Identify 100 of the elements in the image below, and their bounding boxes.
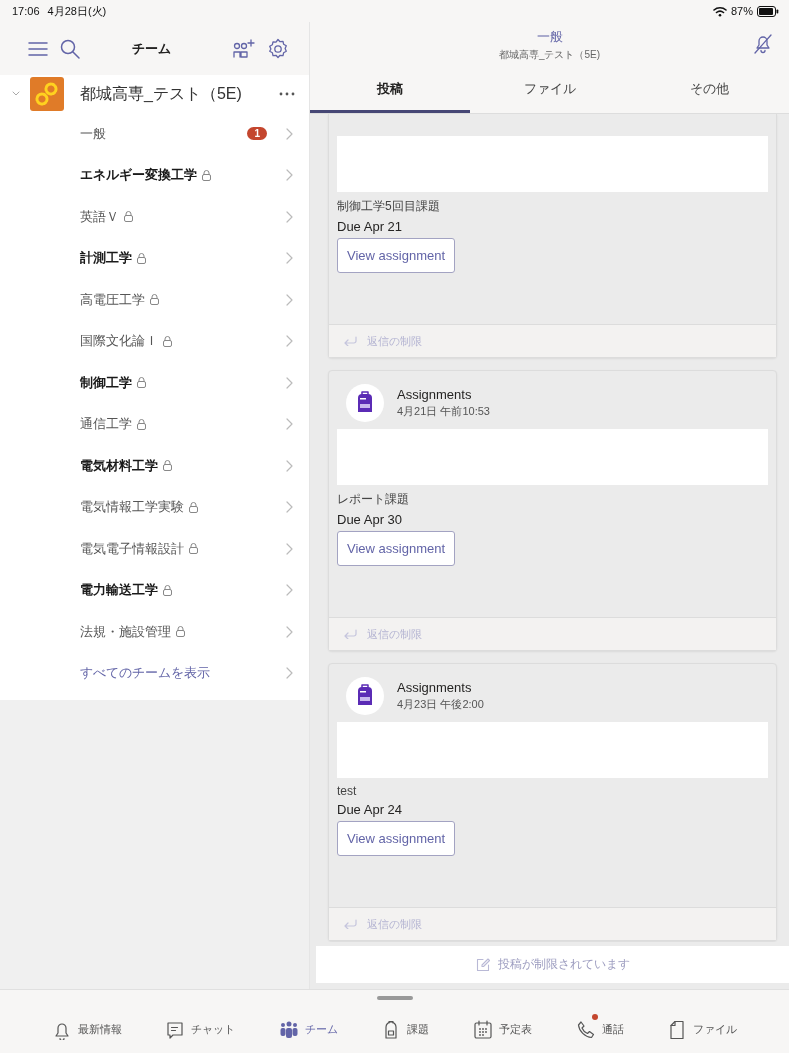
backpack-icon (345, 383, 385, 423)
chevron-right-icon (286, 459, 293, 472)
nav-tab[interactable]: 予定表 (471, 1011, 535, 1042)
nav-tab[interactable]: ファイル (665, 1011, 740, 1042)
channel-name: 計測工学 (80, 249, 132, 268)
channel-name: 法規・施設管理 (80, 622, 171, 641)
battery-percent: 87% (730, 5, 753, 17)
chevron-right-icon (286, 293, 293, 306)
channel-name: 通信工学 (80, 415, 132, 434)
nav-tab[interactable]: 通話 (573, 1011, 626, 1042)
search-icon[interactable] (60, 38, 80, 59)
nav-label: 課題 (407, 1022, 430, 1037)
status-time: 17:06 (12, 5, 40, 17)
channel-name: 国際文化論Ｉ (80, 332, 158, 351)
channel-item[interactable]: 英語Ｖ (0, 196, 309, 238)
channel-item[interactable]: 計測工学 (0, 237, 309, 279)
assignment-title: レポート課題 (337, 491, 410, 508)
sidebar-title: チーム (131, 39, 172, 58)
channel-name: エネルギー変換工学 (80, 166, 197, 185)
due-date: Due Apr 30 (337, 512, 404, 527)
settings-icon[interactable] (267, 37, 289, 60)
channel-name: 英語Ｖ (80, 207, 119, 226)
view-assignment-button[interactable]: View assignment (337, 531, 456, 566)
channel-item[interactable]: 法規・施設管理 (0, 611, 309, 653)
tab[interactable]: ファイル (469, 68, 630, 113)
channel-item[interactable]: 電気材料工学 (0, 445, 309, 487)
chevron-right-icon (286, 418, 293, 431)
channel-name: 制御工学 (80, 373, 132, 392)
unread-badge: 1 (247, 127, 267, 141)
reply-arrow-icon (343, 336, 357, 346)
status-date: 4月28日(火) (47, 3, 107, 19)
tab[interactable]: その他 (629, 68, 789, 113)
more-icon[interactable] (279, 92, 295, 96)
channel-item[interactable]: 通信工学 (0, 403, 309, 445)
calendar-icon (473, 1019, 494, 1040)
add-people-icon[interactable] (233, 38, 255, 59)
bell-muted-icon[interactable] (753, 34, 773, 54)
chat-icon (165, 1019, 186, 1040)
channel-item[interactable]: 一般 1 (0, 113, 309, 155)
nav-label: チーム (304, 1022, 338, 1037)
chevron-right-icon (286, 584, 293, 597)
nav-label: ファイル (693, 1022, 738, 1037)
due-date: Due Apr 21 (337, 219, 404, 234)
channel-item[interactable]: 電気情報工学実験 (0, 486, 309, 528)
backpack-icon (345, 676, 385, 716)
channel-item[interactable]: 国際文化論Ｉ (0, 320, 309, 362)
chevron-right-icon (286, 667, 293, 680)
channel-item[interactable]: 制御工学 (0, 362, 309, 404)
chevron-right-icon (286, 376, 293, 389)
all-teams-link[interactable]: すべてのチームを表示 (0, 652, 309, 694)
chevron-right-icon (286, 625, 293, 638)
reply-arrow-icon (343, 919, 357, 929)
nav-tab[interactable]: チャット (163, 1011, 238, 1042)
nav-label: 最新情報 (77, 1022, 122, 1037)
chevron-right-icon (286, 252, 293, 265)
channel-name: 電気材料工学 (80, 456, 158, 475)
nav-label: 予定表 (499, 1022, 533, 1037)
nav-tab[interactable]: 最新情報 (49, 1011, 124, 1042)
assignment-title: 制御工学5回目課題 (337, 198, 441, 215)
nav-label: 通話 (601, 1022, 624, 1037)
post-time: 4月21日 午前10:53 (397, 404, 490, 419)
channel-item[interactable]: 高電圧工学 (0, 279, 309, 321)
chevron-right-icon (286, 335, 293, 348)
assignment-title: test (337, 784, 358, 798)
channel-name: 電気電子情報設計 (80, 539, 184, 558)
wifi-icon (712, 5, 727, 17)
view-assignment-button[interactable]: View assignment (337, 238, 456, 273)
reply-arrow-icon (343, 629, 357, 639)
chevron-right-icon (286, 127, 293, 140)
channel-name: 電気情報工学実験 (80, 498, 184, 517)
chevron-right-icon (286, 501, 293, 514)
battery-icon (757, 5, 779, 17)
view-assignment-button[interactable]: View assignment (337, 821, 456, 856)
channel-name: 電力輸送工学 (80, 581, 158, 600)
team-subtitle: 都城高専_テスト（5E) (498, 48, 601, 62)
chevron-right-icon (286, 169, 293, 182)
team-name: 都城高専_テスト（5E) (80, 83, 243, 104)
chevron-right-icon (286, 542, 293, 555)
post-author: Assignments (397, 680, 473, 695)
team-row[interactable]: 都城高専_テスト（5E) (0, 75, 309, 113)
nav-tab[interactable]: 課題 (379, 1011, 432, 1042)
nav-tab[interactable]: チーム (276, 1011, 340, 1042)
team-avatar (30, 77, 64, 111)
drag-handle[interactable] (376, 996, 413, 1000)
phone-icon (575, 1019, 596, 1040)
channel-name: すべてのチームを表示 (80, 664, 210, 683)
channel-name: 一般 (80, 124, 106, 143)
due-date: Due Apr 24 (337, 802, 404, 817)
channel-name: 高電圧工学 (80, 290, 145, 309)
teams-icon (278, 1019, 299, 1040)
channel-item[interactable]: 電力輸送工学 (0, 569, 309, 611)
posting-restricted-text: 投稿が制限されています (497, 956, 630, 973)
nav-label: チャット (191, 1022, 236, 1037)
post-author: Assignments (397, 387, 473, 402)
compose-icon (475, 957, 490, 972)
menu-icon[interactable] (28, 40, 48, 57)
channel-item[interactable]: エネルギー変換工学 (0, 154, 309, 196)
chevron-right-icon (286, 210, 293, 223)
channel-item[interactable]: 電気電子情報設計 (0, 528, 309, 570)
post-time: 4月23日 午後2:00 (397, 697, 484, 712)
